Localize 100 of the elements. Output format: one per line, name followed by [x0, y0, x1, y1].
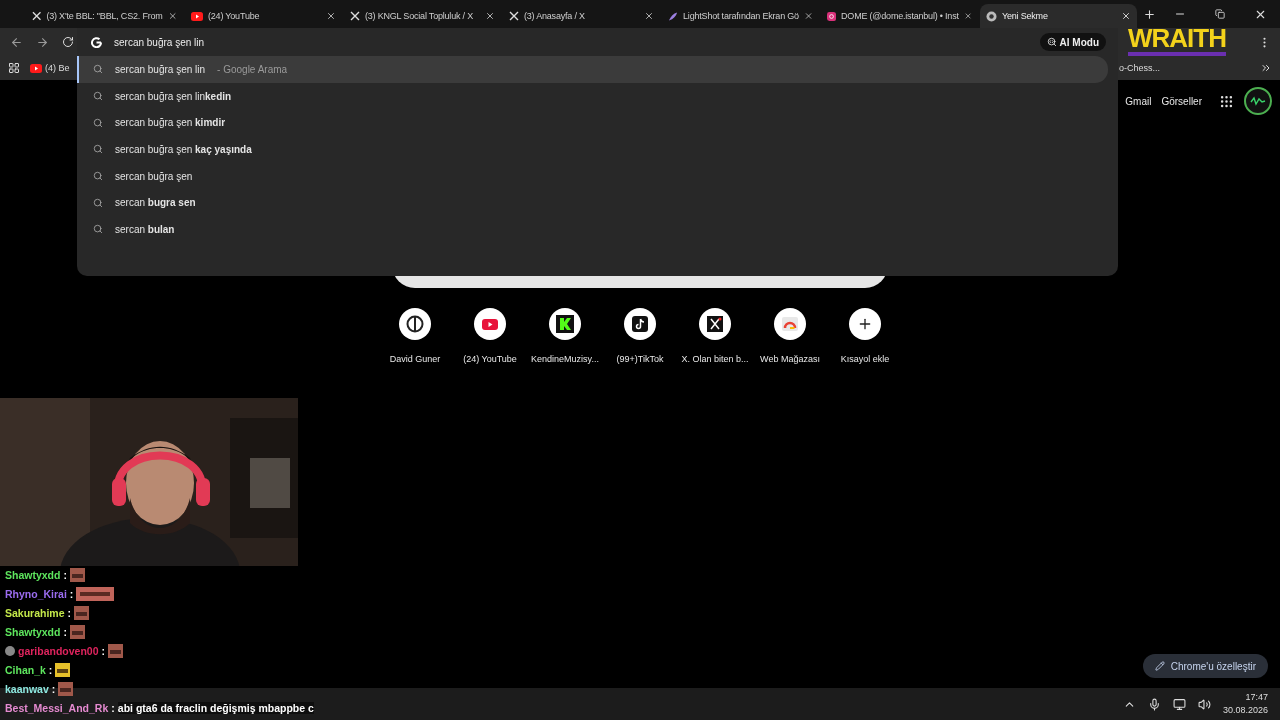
header-link[interactable]: Görseller	[1161, 95, 1202, 107]
shortcut-label: KendineMuzisy...	[531, 354, 599, 364]
emote-icon	[108, 644, 124, 658]
plus-icon	[857, 316, 873, 332]
bookmark-link[interactable]: (4) Be	[30, 63, 70, 73]
shortcut-label: David Guner	[389, 354, 441, 364]
shortcut-tile[interactable]: (24) YouTube	[452, 308, 528, 364]
restore-icon	[1215, 9, 1225, 19]
shortcut-label: Kısayol ekle	[840, 354, 890, 364]
monogram-icon	[406, 315, 424, 333]
web-store-icon	[781, 316, 799, 332]
shortcut-tile[interactable]: David Guner	[377, 308, 453, 364]
browser-tab[interactable]: LightShot tarafından Ekran Gö	[662, 4, 819, 28]
ai-mode-button[interactable]: AI Modu	[1039, 33, 1106, 51]
close-icon[interactable]	[963, 11, 972, 21]
colon-text: :	[111, 702, 115, 714]
close-icon[interactable]	[1121, 11, 1131, 21]
browser-tab[interactable]: (3) X'te BBL: "BBL, CS2. From	[26, 4, 183, 28]
arrow-left-icon	[9, 35, 23, 49]
colon-text: :	[67, 607, 72, 619]
reload-icon	[62, 36, 74, 48]
x-logo-icon	[350, 11, 360, 21]
tiktok-icon	[632, 316, 648, 332]
suggestion-text: sercan buğra şen linkedin	[115, 90, 232, 102]
k-logo-icon	[556, 315, 574, 333]
suggestion-text: sercan buğra şen lin	[115, 63, 206, 75]
suggestion-item[interactable]: sercan bugra sen	[77, 189, 1108, 217]
colon-text: :	[101, 645, 106, 657]
suggestion-item[interactable]: sercan buğra şen linkedin	[77, 82, 1108, 110]
address-field[interactable]: sercan buğra şen lin	[114, 36, 414, 48]
colon-text: :	[63, 569, 67, 581]
search-icon	[93, 64, 103, 75]
chevrons-right-icon	[1260, 62, 1272, 74]
browser-tab[interactable]: (24) YouTube	[185, 4, 342, 28]
suggestion-text: sercan buğra şen kimdir	[115, 117, 226, 129]
plus-icon	[1143, 7, 1156, 21]
shortcut-label: (99+)TikTok	[616, 354, 664, 364]
emote-icon	[55, 663, 71, 677]
instagram-icon	[827, 10, 837, 22]
emote-icon	[69, 568, 85, 582]
bookmark-link[interactable]: o-Chess...	[1119, 63, 1160, 73]
suggestion-item[interactable]: sercan bulan	[77, 216, 1108, 243]
youtube-icon	[30, 63, 42, 73]
suggestion-text: sercan buğra şen kaç yaşında	[115, 143, 252, 155]
chat-username: Best_Messi_And_Rk	[5, 702, 109, 714]
overlay-logo: WRAITH	[1128, 24, 1226, 56]
shortcut-label: Web Mağazası	[760, 354, 820, 364]
search-icon	[93, 91, 103, 102]
suggestion-item[interactable]: sercan buğra şen kaç yaşında	[77, 136, 1108, 163]
shortcut-label: (24) YouTube	[463, 354, 517, 364]
chat-message: abi gta6 da fraclin değişmiş mbappbe c	[117, 702, 314, 714]
pencil-icon	[1154, 661, 1165, 671]
search-icon	[93, 144, 103, 155]
header-link[interactable]: Gmail	[1125, 95, 1152, 107]
chat-username: kaanwav	[5, 683, 49, 695]
profile-avatar[interactable]	[1244, 87, 1272, 115]
colon-text: :	[69, 588, 74, 600]
emote-icon	[69, 625, 85, 639]
browser-tab[interactable]: (3) Anasayfa / X	[503, 4, 660, 28]
youtube-icon	[482, 318, 498, 330]
close-icon[interactable]	[485, 11, 495, 21]
chat-username: Shawtyxdd	[5, 626, 61, 638]
chat-username: Shawtyxdd	[5, 569, 61, 581]
volume-icon[interactable]	[1197, 697, 1211, 711]
close-icon[interactable]	[644, 11, 654, 21]
shortcut-tile[interactable]: X. Olan biten b...	[677, 308, 753, 364]
customize-chrome-button[interactable]: Chrome'u özelleştir	[1142, 654, 1268, 678]
browser-tab[interactable]: (3) KNGL Social Topluluk / X	[344, 4, 501, 28]
emote-icon	[76, 587, 115, 601]
colon-text: :	[48, 664, 53, 676]
x-logo-icon	[509, 11, 519, 21]
browser-tab[interactable]: DOME (@dome.istanbul) • Inst	[821, 4, 978, 28]
shortcut-tile[interactable]: KendineMuzisy...	[527, 308, 603, 364]
chat-username: Cihan_k	[5, 664, 46, 676]
chat-username: Sakurahime	[5, 607, 65, 619]
search-icon	[1046, 37, 1057, 47]
taskbar-clock[interactable]: 17:47 30.08.2026	[1222, 691, 1268, 717]
emote-icon	[58, 682, 74, 696]
search-icon	[93, 224, 103, 235]
microphone-icon[interactable]	[1147, 697, 1161, 711]
suggestion-text: sercan bugra sen	[115, 197, 196, 209]
suggestion-item[interactable]: sercan buğra şen kimdir	[77, 109, 1108, 137]
suggestion-item[interactable]: sercan buğra şen	[77, 162, 1108, 190]
shortcut-tile[interactable]: (99+)TikTok	[602, 308, 678, 364]
grid-icon	[8, 62, 20, 74]
close-icon[interactable]	[326, 11, 336, 21]
search-icon	[93, 117, 103, 128]
suggestion-item[interactable]: sercan buğra şen lin - Google Arama	[77, 56, 1108, 83]
shortcut-tile[interactable]: Kısayol ekle	[827, 308, 903, 364]
grid-icon	[1218, 93, 1234, 109]
search-icon	[93, 197, 103, 208]
suggestion-text: sercan buğra şen	[115, 170, 193, 182]
shortcut-tile[interactable]: Web Mağazası	[752, 308, 828, 364]
youtube-icon	[191, 11, 203, 21]
google-g-icon	[91, 36, 102, 48]
browser-tab[interactable]: Yeni Sekme	[980, 4, 1137, 28]
feather-icon	[668, 10, 679, 22]
network-icon[interactable]	[1172, 697, 1186, 711]
close-icon[interactable]	[167, 11, 177, 21]
suggestion-text: sercan bulan	[115, 223, 175, 235]
